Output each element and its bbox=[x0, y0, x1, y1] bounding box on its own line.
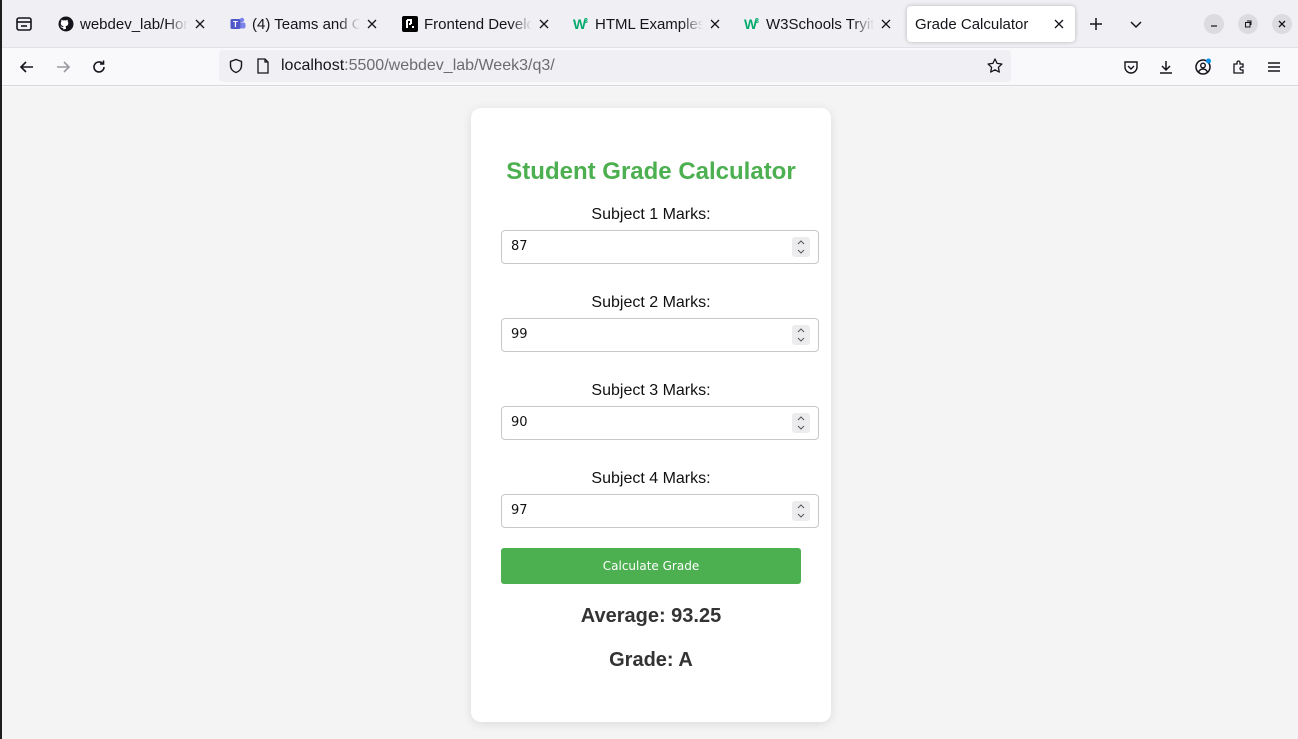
svg-text:T: T bbox=[233, 20, 238, 29]
number-spinner-icon[interactable] bbox=[792, 501, 810, 521]
browser-window: webdev_lab/Hom T (4) Teams and Ch Fronte… bbox=[2, 0, 1298, 739]
tab-title: Grade Calculator bbox=[915, 15, 1029, 33]
pocket-icon[interactable] bbox=[1117, 53, 1145, 81]
url-text[interactable]: localhost:5500/webdev_lab/Week3/q3/ bbox=[281, 57, 555, 75]
subject-4-value: 97 bbox=[511, 503, 528, 518]
subject-2-input[interactable]: 99 bbox=[501, 318, 819, 352]
grade-result: Grade: A bbox=[609, 649, 693, 671]
firefox-view-icon[interactable] bbox=[10, 12, 38, 36]
page-icon[interactable] bbox=[254, 57, 272, 75]
tab-strip: webdev_lab/Hom T (4) Teams and Ch Fronte… bbox=[2, 0, 1298, 48]
download-icon[interactable] bbox=[1152, 53, 1180, 81]
tab-frontend-roadmap[interactable]: Frontend Develo bbox=[394, 6, 560, 42]
restore-icon[interactable] bbox=[1238, 14, 1258, 34]
tab-html-examples[interactable]: W3 HTML Examples bbox=[565, 6, 731, 42]
tab-title: webdev_lab/Hom bbox=[80, 15, 188, 33]
account-icon[interactable] bbox=[1189, 53, 1217, 81]
tab-teams[interactable]: T (4) Teams and Ch bbox=[222, 6, 388, 42]
subject-3-value: 90 bbox=[511, 415, 528, 430]
reload-icon[interactable] bbox=[85, 53, 113, 81]
subject-2-label: Subject 2 Marks: bbox=[591, 294, 711, 311]
tab-github[interactable]: webdev_lab/Hom bbox=[50, 6, 216, 42]
subject-1-value: 87 bbox=[511, 239, 528, 254]
subject-3-input[interactable]: 90 bbox=[501, 406, 819, 440]
w3schools-icon: W3 bbox=[573, 16, 589, 32]
subject-2-value: 99 bbox=[511, 327, 528, 342]
url-path: :5500/webdev_lab/Week3/q3/ bbox=[344, 57, 555, 74]
shield-icon[interactable] bbox=[227, 57, 245, 75]
window-close-icon[interactable] bbox=[1272, 14, 1292, 34]
back-arrow-icon[interactable] bbox=[13, 53, 41, 81]
tab-title: HTML Examples bbox=[595, 15, 703, 33]
close-icon[interactable] bbox=[192, 16, 208, 32]
calculate-grade-button[interactable]: Calculate Grade bbox=[501, 548, 801, 584]
close-icon[interactable] bbox=[536, 16, 552, 32]
svg-text:3: 3 bbox=[584, 18, 588, 25]
subject-4-input[interactable]: 97 bbox=[501, 494, 819, 528]
subject-4-label: Subject 4 Marks: bbox=[591, 470, 711, 487]
extensions-icon[interactable] bbox=[1225, 53, 1253, 81]
w3schools-icon: W3 bbox=[744, 16, 760, 32]
chevron-down-icon[interactable] bbox=[1122, 12, 1150, 36]
tab-title: W3Schools Tryit E bbox=[766, 15, 874, 33]
roadmap-icon bbox=[402, 16, 418, 32]
minimize-icon[interactable] bbox=[1204, 14, 1224, 34]
number-spinner-icon[interactable] bbox=[792, 413, 810, 433]
close-icon[interactable] bbox=[707, 16, 723, 32]
bookmark-star-icon[interactable] bbox=[986, 57, 1004, 75]
navigation-bar: localhost:5500/webdev_lab/Week3/q3/ bbox=[2, 48, 1298, 86]
forward-arrow-icon[interactable] bbox=[49, 53, 77, 81]
teams-icon: T bbox=[230, 16, 246, 32]
average-result: Average: 93.25 bbox=[580, 605, 722, 627]
tab-w3schools-tryit[interactable]: W3 W3Schools Tryit E bbox=[736, 6, 902, 42]
tab-grade-calculator[interactable]: Grade Calculator bbox=[907, 6, 1075, 42]
subject-1-label: Subject 1 Marks: bbox=[591, 206, 711, 223]
svg-text:3: 3 bbox=[755, 18, 759, 25]
url-host: localhost bbox=[281, 57, 345, 74]
github-icon bbox=[58, 16, 74, 32]
close-icon[interactable] bbox=[1051, 16, 1067, 32]
number-spinner-icon[interactable] bbox=[792, 325, 810, 345]
subject-1-input[interactable]: 87 bbox=[501, 230, 819, 264]
new-tab-icon[interactable] bbox=[1082, 12, 1110, 36]
close-icon[interactable] bbox=[878, 16, 894, 32]
tab-title: (4) Teams and Ch bbox=[252, 15, 360, 33]
number-spinner-icon[interactable] bbox=[792, 237, 810, 257]
calculator-card: Student Grade Calculator Subject 1 Marks… bbox=[471, 108, 831, 722]
tab-title: Frontend Develo bbox=[424, 15, 532, 33]
menu-icon[interactable] bbox=[1260, 53, 1288, 81]
page-content: Student Grade Calculator Subject 1 Marks… bbox=[2, 87, 1298, 739]
page-title: Student Grade Calculator bbox=[506, 158, 796, 185]
subject-3-label: Subject 3 Marks: bbox=[591, 382, 711, 399]
close-icon[interactable] bbox=[364, 16, 380, 32]
url-bar[interactable]: localhost:5500/webdev_lab/Week3/q3/ bbox=[219, 50, 1011, 82]
